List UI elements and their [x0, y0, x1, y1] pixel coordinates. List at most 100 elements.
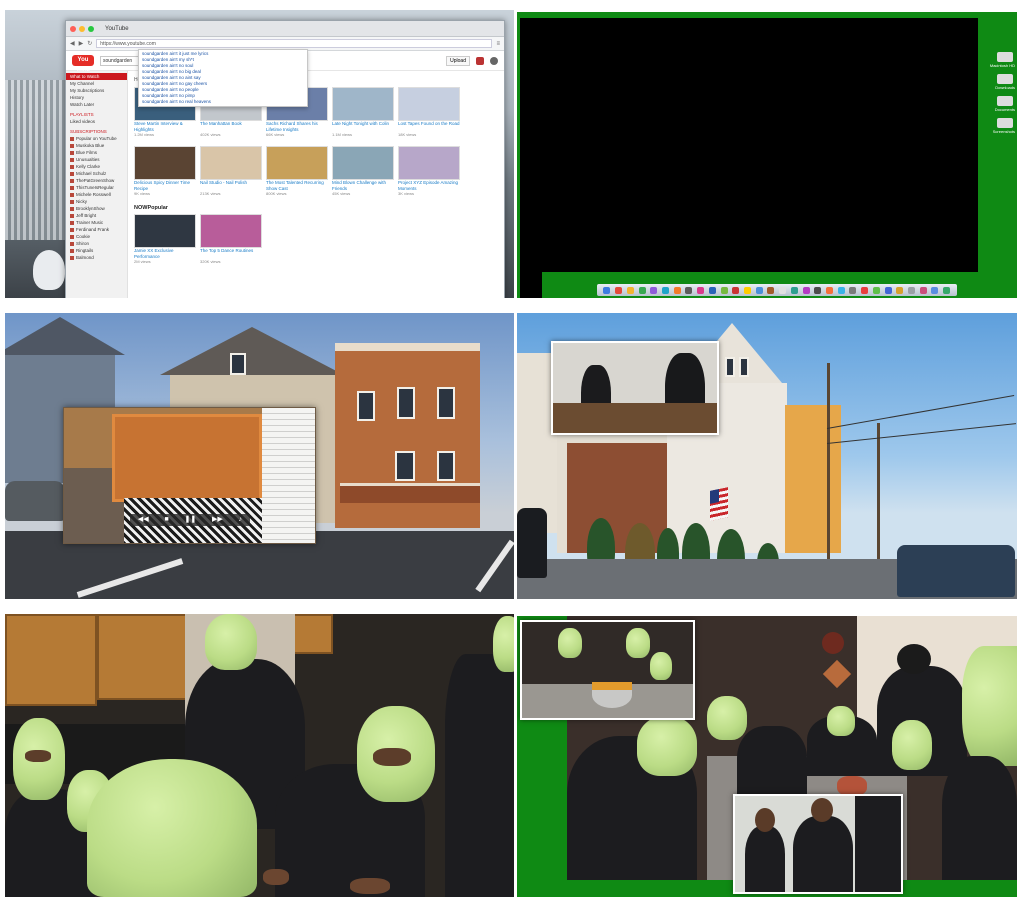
- dock-app-icon[interactable]: [872, 286, 880, 294]
- video-thumbnail[interactable]: [398, 87, 460, 121]
- video-player[interactable]: ◀◀ ■ ❚❚ ▶▶ ♪: [63, 407, 316, 544]
- inset-video-standing[interactable]: [733, 794, 903, 894]
- sidebar-subscription-item[interactable]: Nicky: [66, 198, 127, 205]
- maximize-window-icon[interactable]: [88, 25, 94, 32]
- sidebar-subscription-item[interactable]: Balmond: [66, 254, 127, 261]
- sidebar-subscription-item[interactable]: Shiron: [66, 240, 127, 247]
- video-card[interactable]: Lost Tapes Found on the Road 18K views: [398, 87, 460, 142]
- dock-app-icon[interactable]: [802, 286, 810, 294]
- sidebar-subscription-item[interactable]: Kelly Clarke: [66, 163, 127, 170]
- address-bar[interactable]: https://www.youtube.com: [96, 39, 493, 48]
- sidebar-item[interactable]: History: [66, 94, 127, 101]
- sidebar-subscription-item[interactable]: Popular on YouTube: [66, 135, 127, 142]
- video-card[interactable]: The Top 5 Dance Routines 320K views: [200, 214, 262, 269]
- dock-app-icon[interactable]: [943, 286, 951, 294]
- video-thumbnail[interactable]: [398, 146, 460, 180]
- sidebar-subscription-item[interactable]: Blue Films: [66, 149, 127, 156]
- video-thumbnail[interactable]: [266, 146, 328, 180]
- hard-drive-icon[interactable]: [997, 52, 1013, 62]
- dock-app-icon[interactable]: [896, 286, 904, 294]
- sidebar-subscription-item[interactable]: BrooklynShow: [66, 205, 127, 212]
- dock-app-icon[interactable]: [790, 286, 798, 294]
- video-title[interactable]: The Most Talented Recurring Show Cast: [266, 180, 328, 191]
- dock-app-icon[interactable]: [638, 286, 646, 294]
- dock-app-icon[interactable]: [685, 286, 693, 294]
- sidebar-subscription-item[interactable]: Ferdinand Frank: [66, 226, 127, 233]
- screenshot-file-icon[interactable]: [997, 118, 1013, 128]
- dock-app-icon[interactable]: [720, 286, 728, 294]
- sidebar-subscription-item[interactable]: Cookie: [66, 233, 127, 240]
- sidebar-item[interactable]: What to Watch: [66, 73, 127, 80]
- dock-app-icon[interactable]: [661, 286, 669, 294]
- section-title[interactable]: NOWPopular: [134, 205, 498, 211]
- reload-icon[interactable]: ↻: [87, 40, 92, 47]
- dock-app-icon[interactable]: [697, 286, 705, 294]
- video-title[interactable]: Late Night Tonight with Colin: [332, 121, 394, 132]
- video-title[interactable]: Project XYZ Episode Amazing Moments: [398, 180, 460, 191]
- sidebar-subscription-item[interactable]: Trainer Music: [66, 219, 127, 226]
- dock-app-icon[interactable]: [884, 286, 892, 294]
- dock-app-icon[interactable]: [931, 286, 939, 294]
- stop-icon[interactable]: ■: [164, 514, 168, 526]
- folder-icon[interactable]: [997, 96, 1013, 106]
- video-thumbnail[interactable]: [134, 146, 196, 180]
- dock-app-icon[interactable]: [837, 286, 845, 294]
- minimize-window-icon[interactable]: [79, 25, 85, 32]
- back-arrow-icon[interactable]: ◀: [70, 40, 75, 47]
- sidebar-subscription-item[interactable]: Unusualties: [66, 156, 127, 163]
- video-thumbnail[interactable]: [134, 214, 196, 248]
- dock-app-icon[interactable]: [779, 286, 787, 294]
- browser-tab[interactable]: YouTube: [105, 26, 129, 32]
- dock-app-icon[interactable]: [673, 286, 681, 294]
- sidebar-subscription-item[interactable]: Michael Schulz: [66, 170, 127, 177]
- sidebar-item[interactable]: My Channel: [66, 80, 127, 87]
- sidebar-subscription-item[interactable]: Muskoka Blue: [66, 142, 127, 149]
- youtube-logo[interactable]: You Tube: [72, 55, 94, 74]
- search-suggestion-item[interactable]: soundgarden ain't no real heavens: [139, 99, 307, 105]
- dock-app-icon[interactable]: [650, 286, 658, 294]
- video-card[interactable]: Project XYZ Episode Amazing Moments 3K vi…: [398, 146, 460, 201]
- dock-app-icon[interactable]: [708, 286, 716, 294]
- video-card[interactable]: Nail Studio - Nail Polish 213K views: [200, 146, 262, 201]
- avatar[interactable]: [490, 56, 498, 65]
- sidebar-subscription-item[interactable]: Michele Rosswell: [66, 191, 127, 198]
- dock-app-icon[interactable]: [732, 286, 740, 294]
- dock-app-icon[interactable]: [826, 286, 834, 294]
- video-title[interactable]: The Top 5 Dance Routines: [200, 248, 262, 259]
- dock-app-icon[interactable]: [919, 286, 927, 294]
- dock-app-icon[interactable]: [626, 286, 634, 294]
- sidebar-subscription-item[interactable]: Jeff Bright: [66, 212, 127, 219]
- sidebar-subscription-item[interactable]: ThisTuneIsRegular: [66, 184, 127, 191]
- video-card[interactable]: The Most Talented Recurring Show Cast 800…: [266, 146, 328, 201]
- video-title[interactable]: Jamie XX Exclusive Performance: [134, 248, 196, 259]
- dock-app-icon[interactable]: [814, 286, 822, 294]
- video-thumbnail[interactable]: [200, 146, 262, 180]
- dock-app-icon[interactable]: [743, 286, 751, 294]
- video-title[interactable]: Mind Blown Challenge with Friends: [332, 180, 394, 191]
- sidebar-item[interactable]: My Subscriptions: [66, 87, 127, 94]
- sidebar-playlist-item[interactable]: Liked videos: [66, 118, 127, 125]
- sidebar-item[interactable]: Watch Later: [66, 101, 127, 108]
- dock-app-icon[interactable]: [861, 286, 869, 294]
- menu-icon[interactable]: ≡: [496, 41, 500, 47]
- video-title[interactable]: The Manhattan Book: [200, 121, 262, 132]
- video-card[interactable]: Mind Blown Challenge with Friends 45K vie…: [332, 146, 394, 201]
- inset-video-kitchen[interactable]: [551, 341, 719, 435]
- inset-video-table[interactable]: [520, 620, 695, 720]
- sidebar-subscription-item[interactable]: Ringtails: [66, 247, 127, 254]
- fast-forward-icon[interactable]: ▶▶: [212, 514, 223, 526]
- video-title[interactable]: Delicious Spicy Dinner Time Recipe: [134, 180, 196, 191]
- video-thumbnail[interactable]: [332, 146, 394, 180]
- upload-button[interactable]: Upload: [446, 55, 470, 66]
- video-thumbnail[interactable]: [332, 87, 394, 121]
- dock-app-icon[interactable]: [767, 286, 775, 294]
- notification-icon[interactable]: [476, 56, 484, 65]
- dock-app-icon[interactable]: [908, 286, 916, 294]
- video-title[interactable]: Lost Tapes Found on the Road: [398, 121, 460, 132]
- dock-app-icon[interactable]: [603, 286, 611, 294]
- video-card[interactable]: Delicious Spicy Dinner Time Recipe 9K vie…: [134, 146, 196, 201]
- rewind-icon[interactable]: ◀◀: [138, 514, 149, 526]
- sidebar-subscription-item[interactable]: ThePatGreenShow: [66, 177, 127, 184]
- video-title[interactable]: Sachs Richard Shares his Lifetime Insigh…: [266, 121, 328, 132]
- dock-app-icon[interactable]: [615, 286, 623, 294]
